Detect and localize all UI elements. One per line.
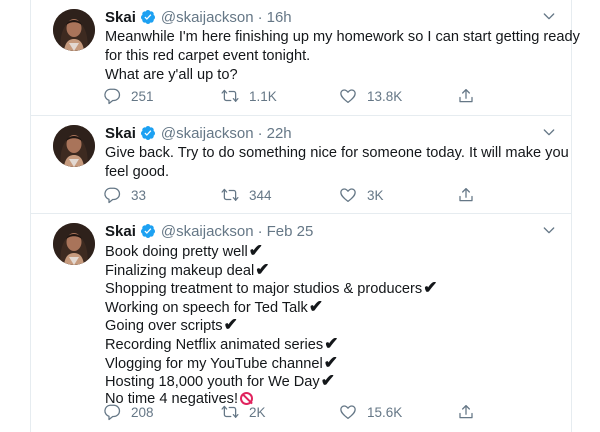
tweet-header: Skai @skaijackson · 22h <box>105 123 292 143</box>
tweet-line-text: Recording Netflix animated series <box>105 336 324 353</box>
tweet-line: Finalizing makeup deal✔ <box>105 261 555 280</box>
separator-dot: · <box>257 222 263 240</box>
tweet-timeline: Skai @skaijackson · 16h Meanwhile I'm he… <box>30 0 580 432</box>
check-mark-icon: ✔ <box>320 371 335 391</box>
tweet-actions: 251 1.1K 13.8K <box>103 87 523 107</box>
tweet-text: Give back. Try to do something nice for … <box>105 144 569 182</box>
tweet-timestamp[interactable]: Feb 25 <box>267 223 314 240</box>
separator-dot: · <box>257 124 263 142</box>
retweet-count: 2K <box>249 404 266 420</box>
heart-icon <box>339 87 357 105</box>
retweet-icon <box>221 403 239 421</box>
reply-button[interactable]: 33 <box>103 186 146 204</box>
retweet-button[interactable]: 344 <box>221 186 272 204</box>
display-name[interactable]: Skai <box>105 125 136 142</box>
reply-count: 208 <box>131 404 154 420</box>
tweet-line-text: Book doing pretty well <box>105 244 248 260</box>
reply-count: 33 <box>131 187 147 203</box>
like-count: 3K <box>367 187 384 203</box>
tweet-card[interactable]: Skai @skaijackson · 16h Meanwhile I'm he… <box>31 0 580 116</box>
retweet-button[interactable]: 2K <box>221 403 266 421</box>
tweet-line-text: Vlogging for my YouTube channel <box>105 355 323 372</box>
check-mark-icon: ✔ <box>323 352 338 372</box>
reply-count: 251 <box>131 88 154 104</box>
tweet-text: Book doing pretty well✔ Finalizing makeu… <box>105 242 555 407</box>
avatar-image <box>53 9 95 51</box>
tweet-line: Going over scripts✔ <box>105 316 555 335</box>
verified-badge-icon <box>140 223 156 239</box>
like-button[interactable]: 3K <box>339 186 384 204</box>
verified-badge-icon <box>140 9 156 25</box>
tweet-line: for this red carpet event tonight. <box>105 48 311 64</box>
tweet-line: Meanwhile I'm here finishing up my homew… <box>105 29 580 45</box>
check-mark-icon: ✔ <box>423 278 438 298</box>
reply-button[interactable]: 208 <box>103 403 154 421</box>
tweet-header: Skai @skaijackson · 16h <box>105 7 292 27</box>
user-handle[interactable]: @skaijackson <box>161 125 254 142</box>
reply-icon <box>103 87 121 105</box>
tweet-line: Shopping treatment to major studios & pr… <box>105 279 555 298</box>
tweet-line-text: Hosting 18,000 youth for We Day <box>105 374 320 391</box>
tweet-header: Skai @skaijackson · Feb 25 <box>105 221 313 241</box>
tweet-line: Hosting 18,000 youth for We Day✔ <box>105 372 555 391</box>
heart-icon <box>339 186 357 204</box>
tweet-timestamp[interactable]: 22h <box>267 125 292 142</box>
user-handle[interactable]: @skaijackson <box>161 223 254 240</box>
retweet-icon <box>221 87 239 105</box>
like-button[interactable]: 13.8K <box>339 87 402 105</box>
tweet-line: Vlogging for my YouTube channel✔ <box>105 354 555 373</box>
display-name[interactable]: Skai <box>105 223 136 240</box>
tweet-line: feel good. <box>105 164 170 180</box>
tweet-line-text: Working on speech for Ted Talk <box>105 299 308 316</box>
tweet-line: Book doing pretty well✔ <box>105 242 555 261</box>
retweet-button[interactable]: 1.1K <box>221 87 277 105</box>
check-mark-icon: ✔ <box>255 259 270 279</box>
chevron-down-icon[interactable] <box>541 124 557 140</box>
check-mark-icon: ✔ <box>223 315 238 335</box>
tweet-line: Give back. Try to do something nice for … <box>105 145 569 161</box>
share-icon <box>457 403 475 421</box>
avatar[interactable] <box>53 223 95 265</box>
tweet-line: Recording Netflix animated series✔ <box>105 335 555 354</box>
avatar[interactable] <box>53 9 95 51</box>
retweet-count: 1.1K <box>249 88 277 104</box>
like-count: 15.6K <box>367 404 403 420</box>
tweet-card[interactable]: Skai @skaijackson · Feb 25 Book doing pr… <box>31 214 571 432</box>
tweet-line-text: Going over scripts <box>105 318 223 335</box>
separator-dot: · <box>257 8 263 26</box>
display-name[interactable]: Skai <box>105 9 136 26</box>
check-mark-icon: ✔ <box>308 296 324 316</box>
tweet-line-text: Finalizing makeup deal <box>105 262 255 279</box>
reply-button[interactable]: 251 <box>103 87 154 105</box>
reply-icon <box>103 403 121 421</box>
check-mark-icon: ✔ <box>324 333 339 353</box>
verified-badge-icon <box>140 125 156 141</box>
user-handle[interactable]: @skaijackson <box>161 9 254 26</box>
check-mark-icon: ✔ <box>248 241 264 260</box>
retweet-count: 344 <box>249 187 272 203</box>
share-button[interactable] <box>457 87 475 105</box>
retweet-icon <box>221 186 239 204</box>
tweet-line-text: Shopping treatment to major studios & pr… <box>105 281 423 298</box>
heart-icon <box>339 403 357 421</box>
tweet-line: What are y'all up to? <box>105 67 238 83</box>
share-icon <box>457 186 475 204</box>
avatar-image <box>53 223 95 265</box>
avatar[interactable] <box>53 125 95 167</box>
tweet-actions: 208 2K 15.6K <box>103 403 523 423</box>
tweet-card[interactable]: Skai @skaijackson · 22h Give back. Try t… <box>31 116 571 214</box>
tweet-line: Working on speech for Ted Talk✔ <box>105 298 555 317</box>
reply-icon <box>103 186 121 204</box>
like-count: 13.8K <box>367 88 403 104</box>
share-button[interactable] <box>457 403 475 421</box>
chevron-down-icon[interactable] <box>541 8 557 24</box>
avatar-image <box>53 125 95 167</box>
share-icon <box>457 87 475 105</box>
tweet-text: Meanwhile I'm here finishing up my homew… <box>105 28 580 85</box>
chevron-down-icon[interactable] <box>541 222 557 238</box>
tweet-actions: 33 344 3K <box>103 186 523 206</box>
tweet-timestamp[interactable]: 16h <box>267 9 292 26</box>
like-button[interactable]: 15.6K <box>339 403 402 421</box>
share-button[interactable] <box>457 186 475 204</box>
